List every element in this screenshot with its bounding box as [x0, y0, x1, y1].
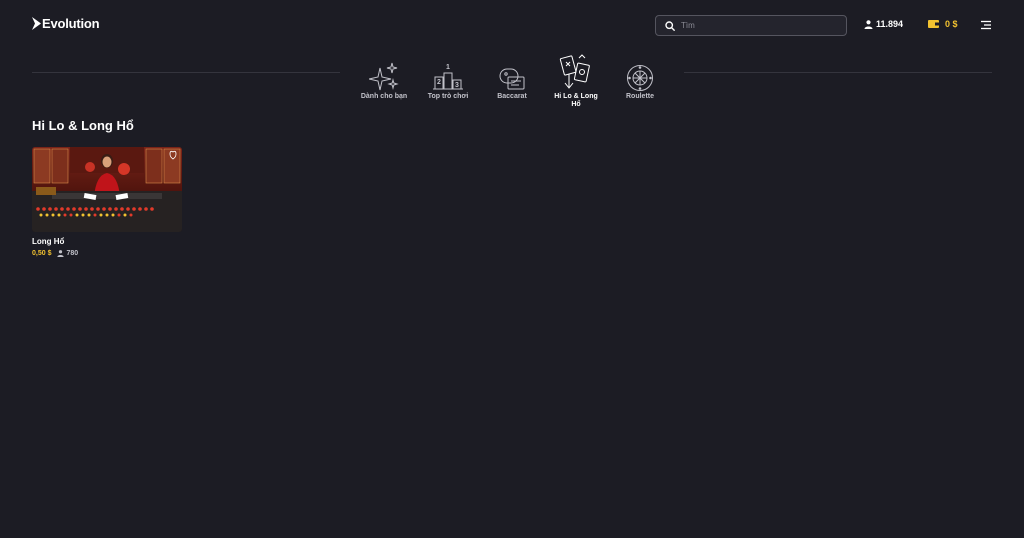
game-meta: 0,50 $ 780	[32, 250, 182, 257]
evolution-logo-icon	[32, 17, 41, 30]
section-title: Hi Lo & Long Hổ	[32, 118, 134, 133]
divider-right	[684, 72, 992, 73]
wallet-balance[interactable]: 0 $	[928, 19, 958, 29]
roulette-wheel-icon	[627, 65, 653, 91]
game-thumbnail[interactable]	[32, 147, 182, 232]
players-count: 11.894	[876, 19, 904, 29]
menu-icon[interactable]	[980, 20, 992, 30]
category-label: Baccarat	[497, 93, 527, 100]
svg-text:1: 1	[446, 64, 450, 71]
category-label: Hi Lo & Long Hổ	[554, 93, 598, 108]
search-input[interactable]	[681, 21, 831, 30]
game-players: 780	[57, 250, 78, 257]
category-roulette[interactable]: Roulette	[608, 52, 672, 109]
search-icon	[665, 20, 675, 31]
podium-icon: 1 2 3	[433, 64, 463, 90]
category-hilo-long-ho[interactable]: Hi Lo & Long Hổ	[544, 52, 608, 109]
svg-text:3: 3	[455, 82, 459, 89]
evolution-logo[interactable]: Evolution	[32, 16, 100, 31]
search-box[interactable]	[655, 15, 847, 36]
sparkle-icon	[369, 62, 399, 91]
wallet-icon	[928, 20, 939, 28]
divider-left	[32, 72, 340, 73]
top-bar: Evolution 11.894 0 $	[0, 0, 1024, 52]
category-label: Dành cho bạn	[360, 93, 408, 100]
hilo-cards-icon	[559, 54, 590, 89]
category-for-you[interactable]: Dành cho bạn	[352, 52, 416, 109]
category-label: Top trò chơi	[427, 93, 469, 100]
balance-amount: 0 $	[945, 19, 958, 29]
category-label: Roulette	[626, 93, 654, 100]
category-nav: Dành cho bạn 1 2 3 Top trò chơi Baccarat…	[352, 52, 672, 109]
user-icon	[57, 250, 65, 257]
category-baccarat[interactable]: Baccarat	[480, 52, 544, 109]
min-bet: 0,50 $	[32, 250, 52, 257]
game-name: Long Hổ	[32, 237, 65, 246]
user-icon	[864, 19, 873, 29]
category-top-games[interactable]: 1 2 3 Top trò chơi	[416, 52, 480, 109]
svg-text:2: 2	[437, 79, 441, 86]
logo-text: Evolution	[42, 16, 100, 31]
baccarat-icon	[499, 68, 525, 90]
game-card[interactable]: Long Hổ 0,50 $ 780	[32, 147, 182, 257]
game-thumbnail-image	[32, 147, 182, 232]
game-players-count: 780	[66, 250, 79, 257]
online-players: 11.894	[864, 19, 903, 29]
